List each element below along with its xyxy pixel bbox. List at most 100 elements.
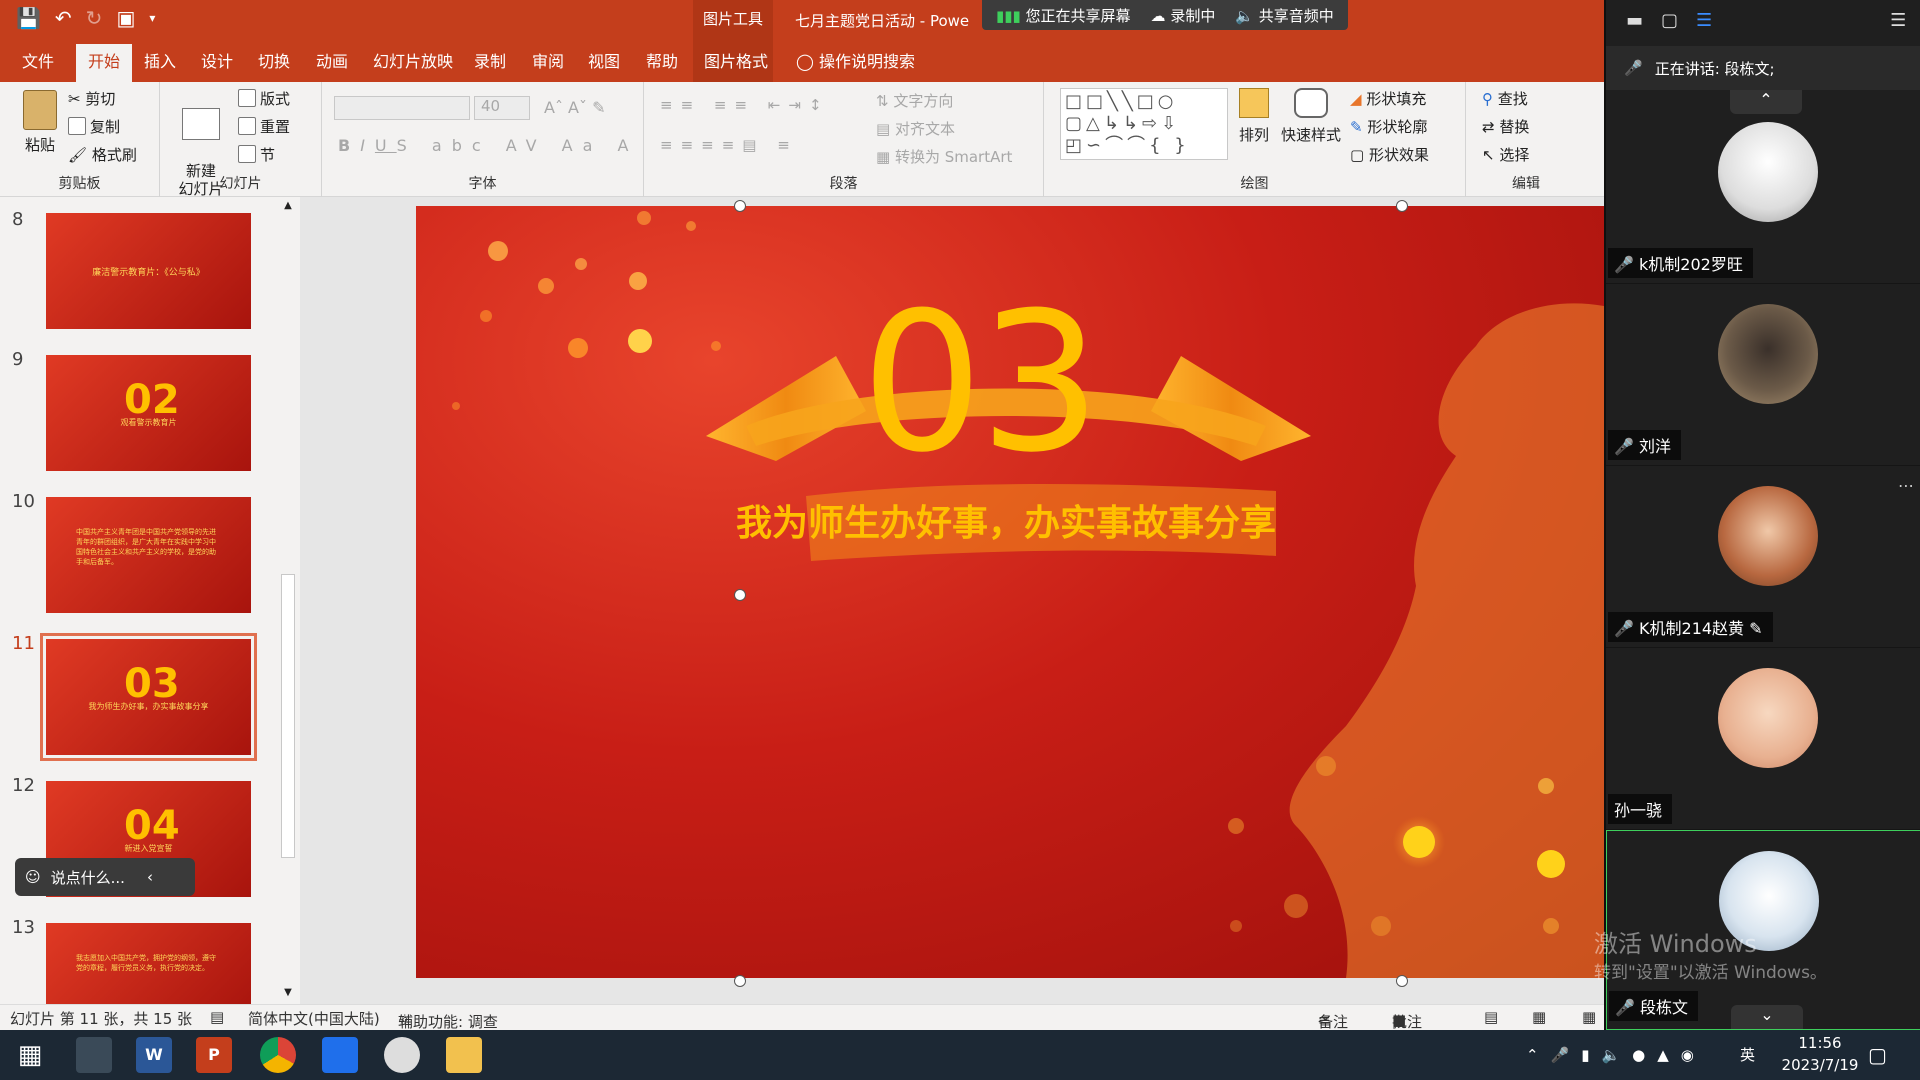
ribbon-tabs: 文件 开始 插入 设计 切换 动画 幻灯片放映 录制 审阅 视图 帮助 图片格式… (0, 40, 1604, 82)
slide-thumbnail-11[interactable]: 03 我为师生办好事，办实事故事分享 (40, 633, 257, 761)
tab-insert[interactable]: 插入 (144, 48, 176, 72)
text-direction-button[interactable]: ⇅ 文字方向 (876, 90, 953, 111)
file-explorer-icon[interactable] (446, 1037, 482, 1073)
font-name-box[interactable] (334, 96, 470, 120)
selection-handle-mid-left[interactable] (734, 589, 746, 601)
shape-outline-button[interactable]: ✎ 形状轮廓 (1350, 116, 1427, 137)
share-screen-status[interactable]: ▮▮▮ 您正在共享屏幕 (996, 5, 1131, 26)
title-bar: 💾 ↶ ↻ ▣ ▾ 图片工具 七月主题党日活动 - Powe ▮▮▮ 您正在共享… (0, 0, 1604, 40)
tab-design[interactable]: 设计 (201, 48, 233, 72)
reading-view-icon[interactable]: ▦ (1582, 1008, 1596, 1026)
notification-icon[interactable]: ▢ (1868, 1030, 1887, 1080)
recording-status[interactable]: ☁ 录制中 (1151, 5, 1216, 26)
share-audio-status[interactable]: 🔈 共享音频中 (1235, 5, 1333, 26)
word-icon[interactable]: W (136, 1037, 172, 1073)
undo-icon[interactable]: ↶ (55, 6, 72, 30)
format-painter-button[interactable]: 🖌 格式刷 (68, 144, 137, 165)
font-size-box[interactable]: 40 (474, 96, 530, 120)
paste-button[interactable]: 粘贴 (18, 90, 62, 155)
quick-styles-button[interactable]: 快速样式 (1280, 88, 1342, 145)
copy-button[interactable]: 复制 (68, 116, 120, 137)
activate-windows-subtitle: 转到"设置"以激活 Windows。 (1594, 963, 1827, 983)
scroll-down-chevron-icon[interactable]: ⌄ (1731, 1005, 1803, 1029)
font-style-icons[interactable]: BIUS abc AV Aa A (338, 136, 638, 155)
smartart-button[interactable]: ▦ 转换为 SmartArt (876, 146, 1012, 167)
selection-handle-bottom-mid[interactable] (1396, 975, 1408, 987)
shapes-gallery[interactable]: □□╲╲□○ ▢△↳↳⇨⇩ ◰∽⌒⌒{ } (1060, 88, 1228, 160)
selection-handle-bottom-left[interactable] (734, 975, 746, 987)
tab-picture-format[interactable]: 图片格式 (704, 48, 768, 72)
ribbon: 粘贴 ✂ 剪切 复制 🖌 格式刷 剪贴板 新建 幻灯片 版式 重置 节 幻灯片 … (0, 82, 1604, 198)
layout-button[interactable]: 版式 (238, 88, 290, 109)
normal-view-icon[interactable]: ▤ (1484, 1008, 1498, 1026)
desktop-app-icon[interactable] (76, 1037, 112, 1073)
slide-subtitle[interactable]: 我为师生办好事，办实事故事分享 (726, 494, 1286, 546)
find-button[interactable]: ⚲ 查找 (1482, 88, 1528, 109)
scroll-thumb[interactable] (281, 574, 295, 858)
tool-app-icon[interactable] (384, 1037, 420, 1073)
participant-tile[interactable]: ⋯ 🎤 K机制214赵黄 ✎ (1606, 466, 1920, 648)
current-slide[interactable]: 03 我为师生办好事，办实事故事分享 (416, 206, 1604, 978)
tell-me-search[interactable]: ◯ 操作说明搜索 (796, 48, 915, 72)
align-icons[interactable]: ≡≡≡≡▤ ≡ (660, 136, 798, 154)
align-text-button[interactable]: ▤ 对齐文本 (876, 118, 955, 139)
tab-slideshow[interactable]: 幻灯片放映 (373, 48, 453, 72)
selection-handle-top-mid[interactable] (1396, 200, 1408, 212)
participant-tile[interactable]: 孙一骁 (1606, 648, 1920, 830)
slide-thumbnail-9[interactable]: 02 观看警示教育片 (46, 355, 251, 471)
slide-section-number[interactable]: 03 (861, 284, 1101, 484)
section-button[interactable]: 节 (238, 144, 275, 165)
participant-tile[interactable]: 🎤 k机制202罗旺 (1606, 102, 1920, 284)
cut-button[interactable]: ✂ 剪切 (68, 88, 115, 109)
participant-tile[interactable]: 🎤 刘洋 (1606, 284, 1920, 466)
language-status[interactable]: 简体中文(中国大陆) (248, 1008, 380, 1029)
list-icons[interactable]: ≡≡ ≡≡ ⇤⇥↕ (660, 96, 830, 114)
tab-transitions[interactable]: 切换 (258, 48, 290, 72)
edit-pencil-icon[interactable]: ✎ (1744, 619, 1762, 638)
customize-qat-icon[interactable]: ▾ (149, 11, 155, 25)
tab-help[interactable]: 帮助 (646, 48, 678, 72)
tab-record[interactable]: 录制 (474, 48, 506, 72)
muted-mic-icon: 🎤 (1614, 437, 1640, 456)
ime-indicator[interactable]: 英 (1740, 1030, 1755, 1080)
start-slideshow-icon[interactable]: ▣ (116, 6, 135, 30)
selection-handle-top-left[interactable] (734, 200, 746, 212)
list-layout-icon[interactable]: ☰ (1696, 10, 1712, 31)
shape-fill-button[interactable]: ◢ 形状填充 (1350, 88, 1426, 109)
save-icon[interactable]: 💾 (16, 6, 41, 30)
chat-input-pill[interactable]: ☺ 说点什么... ‹ (15, 858, 195, 896)
reset-button[interactable]: 重置 (238, 116, 290, 137)
shape-effects-button[interactable]: ▢ 形状效果 (1350, 144, 1429, 165)
scroll-down-icon[interactable]: ▼ (279, 987, 297, 998)
slide-sorter-icon[interactable]: ▦ (1532, 1008, 1546, 1026)
participant-name: 🎤 刘洋 (1608, 430, 1682, 460)
more-options-icon[interactable]: ⋯ (1898, 476, 1914, 495)
tab-file[interactable]: 文件 (22, 48, 54, 72)
window-icon[interactable]: ▢ (1661, 10, 1678, 31)
grid-layout-icon[interactable]: ☰ (1890, 10, 1906, 31)
redo-icon[interactable]: ↻ (86, 6, 103, 30)
slide-thumbnail-8[interactable]: 廉洁警示教育片：《公与私》 (46, 213, 251, 329)
system-tray-icons[interactable]: ⌃🎤▮🔈●▲◉ (1526, 1030, 1706, 1080)
replace-button[interactable]: ⇄ 替换 (1482, 116, 1529, 137)
minimize-icon[interactable]: ▬ (1626, 10, 1643, 31)
tab-animations[interactable]: 动画 (316, 48, 348, 72)
windows-start-icon[interactable]: ▦ (12, 1037, 48, 1073)
clock[interactable]: 11:56 2023/7/19 (1780, 1034, 1860, 1074)
chrome-icon[interactable] (260, 1037, 296, 1073)
select-button[interactable]: ↖ 选择 (1482, 144, 1529, 165)
tab-review[interactable]: 审阅 (532, 48, 564, 72)
slide-thumbnail-13[interactable]: 我志愿加入中国共产党，拥护党的纲领，遵守党的章程，履行党员义务，执行党的决定。 (46, 923, 251, 1015)
thumbnails-scrollbar[interactable]: ▲ ▼ (279, 200, 297, 998)
scroll-up-icon[interactable]: ▲ (279, 200, 297, 211)
tab-home[interactable]: 开始 (76, 44, 133, 82)
tab-view[interactable]: 视图 (588, 48, 620, 72)
grow-font-icon[interactable]: Aˆ Aˇ ✎ (544, 98, 605, 117)
meeting-app-icon[interactable] (322, 1037, 358, 1073)
collapse-chevron-icon[interactable]: ‹ (147, 868, 153, 886)
slide-thumbnail-10[interactable]: 中国共产主义青年团是中国共产党领导的先进青年的群团组织，是广大青年在实践中学习中… (46, 497, 251, 613)
spellcheck-icon[interactable]: ▤ (210, 1008, 224, 1026)
font-group-label: 字体 (468, 176, 497, 192)
powerpoint-icon[interactable]: P (196, 1037, 232, 1073)
arrange-button[interactable]: 排列 (1234, 88, 1274, 145)
